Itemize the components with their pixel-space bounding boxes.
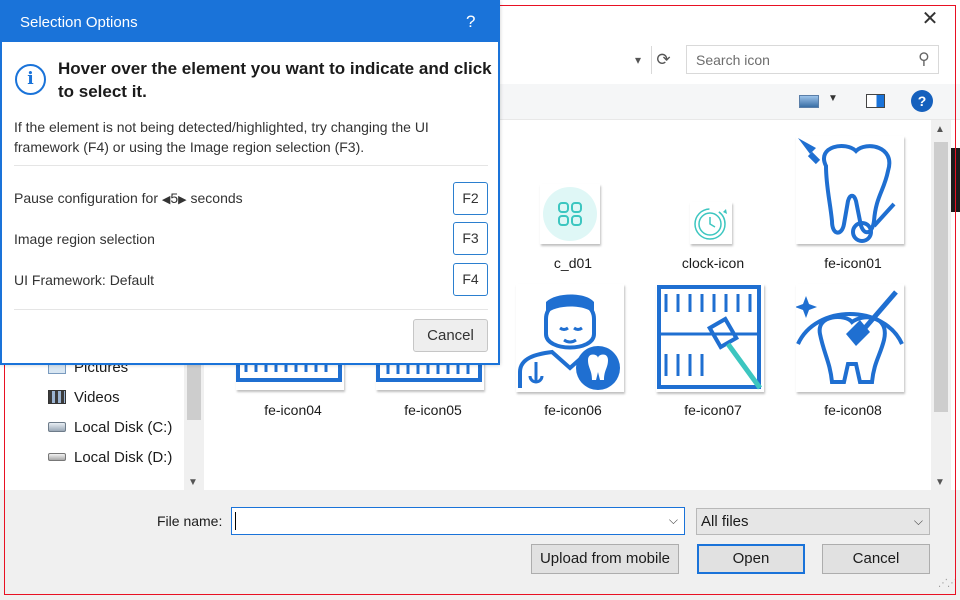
grid-icon [543,187,597,241]
filename-label: File name: [157,513,223,529]
nav-item-label: Local Disk (D:) [74,448,173,466]
help-icon[interactable]: ? [466,12,475,32]
divider [14,165,488,166]
tooth-brush-icon [796,290,904,384]
chevron-down-icon: ⌵ [913,514,923,528]
close-icon[interactable]: ✕ [915,6,945,32]
resize-grip-icon[interactable]: ⋰⋰ [938,578,957,589]
file-label: fe-icon05 [404,402,462,418]
nav-item-label: Local Disk (C:) [74,418,173,436]
nav-item-local-disk-d[interactable]: Local Disk (D:) [48,445,172,469]
filename-input[interactable]: ⌵ [231,507,685,535]
file-thumbnail-c-d01[interactable] [540,184,600,244]
panel-header: Selection Options ? [2,2,498,42]
search-input[interactable]: Search icon ⚲ [686,45,939,74]
file-thumbnail-fe-icon01[interactable] [796,136,904,244]
filetype-select[interactable]: All files ⌵ [696,508,930,535]
text-caret [235,512,236,530]
file-label: clock-icon [681,255,745,271]
panel-title: Selection Options [20,14,138,31]
scroll-up-icon[interactable]: ▲ [935,124,945,135]
file-thumbnail-fe-icon08[interactable] [796,284,904,392]
upload-from-mobile-button[interactable]: Upload from mobile [531,544,679,574]
preview-pane-icon[interactable] [866,94,885,108]
file-thumbnail-fe-icon06[interactable] [516,284,624,392]
view-options-dropdown-icon[interactable]: ▼ [828,93,838,104]
disk-icon [48,422,66,432]
clock-icon [694,208,727,240]
file-label: fe-icon08 [824,402,882,418]
ui-framework-value: Default [109,272,155,288]
disk-icon [48,453,66,461]
divider [14,309,488,310]
f4-key-button[interactable]: F4 [453,263,488,296]
file-label: fe-icon01 [824,255,882,271]
nav-item-label: Videos [74,388,120,406]
file-label: fe-icon06 [544,402,602,418]
files-scrollbar[interactable]: ▲ ▼ [931,120,951,490]
instruction-heading: Hover over the element you want to indic… [58,59,492,101]
file-label: fe-icon04 [264,402,322,418]
file-label: c_d01 [553,255,593,271]
pause-unit: seconds [190,190,243,206]
increase-arrow-icon[interactable]: ▶ [178,194,186,206]
ui-framework-row: UI Framework: Default [14,272,154,288]
videos-icon [48,390,66,404]
refresh-icon[interactable]: ⟳ [651,46,675,74]
open-button[interactable]: Open [697,544,805,574]
teeth-tool-icon [657,285,763,390]
info-icon: i [15,64,46,95]
f3-key-button[interactable]: F3 [453,222,488,255]
image-region-label: Image region selection [14,231,155,247]
search-placeholder: Search icon [696,52,770,68]
search-icon: ⚲ [918,51,930,68]
nav-item-local-disk-c[interactable]: Local Disk (C:) [48,415,172,439]
tooth-mirror-icon [798,138,896,243]
scroll-down-icon[interactable]: ▼ [935,477,945,488]
chevron-down-icon[interactable]: ⌵ [669,513,678,528]
nav-item-videos[interactable]: Videos [48,385,120,409]
pause-configuration-row: Pause configuration for ◀5▶ seconds [14,190,243,206]
f2-key-button[interactable]: F2 [453,182,488,215]
selection-options-panel: Selection Options ? i Hover over the ele… [0,0,500,365]
dentist-icon [518,294,620,390]
file-thumbnail-clock-icon[interactable] [690,202,732,244]
pause-label: Pause configuration for [14,190,158,206]
instruction-description: If the element is not being detected/hig… [14,119,429,155]
change-view-icon[interactable] [799,95,819,108]
background-window-edge [951,148,960,212]
address-dropdown-icon[interactable]: ▾ [628,48,648,72]
ui-framework-label: UI Framework: [14,272,106,288]
cancel-button[interactable]: Cancel [413,319,488,352]
dialog-cancel-button[interactable]: Cancel [822,544,930,574]
filetype-value: All files [701,513,749,530]
file-label: fe-icon07 [684,402,742,418]
file-thumbnail-fe-icon07[interactable] [656,284,764,392]
help-icon[interactable]: ? [911,90,933,112]
scroll-down-icon[interactable]: ▼ [188,477,198,488]
scrollbar-thumb[interactable] [934,142,948,412]
pause-seconds-value[interactable]: 5 [170,190,178,206]
